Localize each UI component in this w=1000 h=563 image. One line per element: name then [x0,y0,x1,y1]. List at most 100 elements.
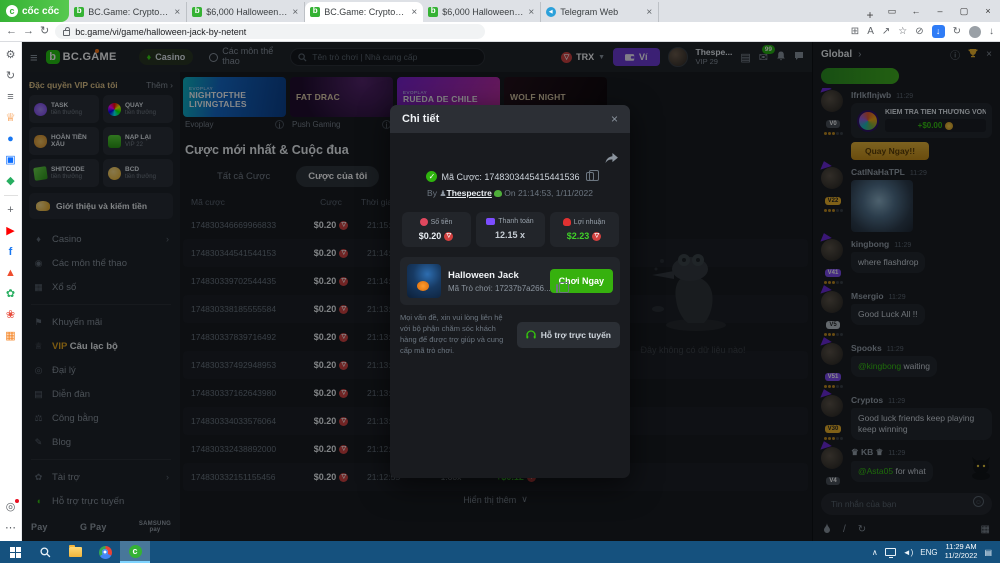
clock[interactable]: 11:29 AM 11/2/2022 [945,543,978,560]
forward-icon[interactable]: → [23,26,34,37]
coccoc-brand-label: cốc cốc [22,6,59,17]
profile-icon[interactable] [969,26,981,38]
bet-byline: By ♟Thespectre On 21:14:53, 1/11/2022 [400,188,620,198]
game-thumbnail[interactable] [407,264,441,298]
coccoc-taskbar-button[interactable]: c [120,541,150,563]
url-text: bc.game/vi/game/halloween-jack-by-netent [75,27,246,37]
bet-id-text: Mã Cược: 1748303445415441536 [441,172,579,182]
stat-payout: Thanh toán 12.15 x [476,212,545,247]
shopee-icon[interactable]: ▲ [4,266,18,280]
gift-icon[interactable]: ✿ [4,287,18,301]
reload-icon[interactable]: ↻ [40,26,49,37]
bet-user-link[interactable]: Thespectre [447,188,492,198]
stat-label: Thanh toán [476,218,545,225]
browser-tab[interactable]: BC.Game: Crypto Casino Gan × [69,2,187,22]
url-box[interactable]: bc.game/vi/game/halloween-jack-by-netent [55,24,485,39]
adblock-icon[interactable]: ⊘ [915,26,923,37]
star-icon[interactable]: ☆ [898,26,907,37]
downloads-icon[interactable]: ↓ [989,26,994,37]
crown-icon[interactable]: ♕ [4,111,18,125]
trx-coin-icon: ▽ [592,232,601,241]
browser-tab[interactable]: BC.Game: Crypto Casino Gan × [305,2,423,22]
bet-details-modal: Chi tiết × ✓ Mã Cược: 174830344541544153… [390,105,630,478]
reading-list-icon[interactable]: ≡ [4,90,18,104]
notification-dot [15,499,19,503]
window-controls: ▭ ← – ▢ × [880,0,1000,22]
game-title: Halloween Jack [448,270,543,281]
folder-icon [69,547,82,557]
windows-logo-icon [10,547,21,558]
file-explorer-button[interactable] [60,541,90,563]
lock-icon [63,30,70,36]
bcgame-favicon-icon [310,7,320,17]
more-icon[interactable]: ⋯ [4,521,18,535]
notification-center-icon[interactable]: ▤ [984,548,992,557]
tab-strip: BC.Game: Crypto Casino Gan × $6,000 Hallow… [69,2,860,22]
modal-body: ✓ Mã Cược: 1748303445415441536 By ♟Thesp… [390,133,630,367]
settings-icon[interactable]: ⚙ [4,48,18,62]
save-page-icon[interactable]: ⊞ [851,26,859,37]
tab-label: BC.Game: Crypto Casino Gan [88,7,169,17]
check-icon: ✓ [426,171,437,182]
games-icon[interactable]: ◆ [4,174,18,188]
bcgame-favicon-icon [74,7,84,17]
share-icon[interactable] [605,151,618,169]
bcgame-page: ≡ b BC.GAME ♦ Casino Các môn thể thao [22,42,1000,541]
stickers-icon[interactable]: ❀ [4,308,18,322]
zalo-icon[interactable]: ▣ [4,153,18,167]
history-icon[interactable]: ↻ [4,69,18,83]
coccoc-icon: c [129,545,142,558]
frog-emoji-icon [494,190,502,197]
taskbar-search-button[interactable] [30,541,60,563]
share-icon[interactable]: ↗ [882,26,890,37]
payout-icon [486,218,495,225]
coccoc-brand[interactable]: c cốc cốc [0,0,69,22]
address-bar-icons: ⊞ A ↗ ☆ ⊘ ↓ ↻ ↓ [851,25,994,38]
modal-close-icon[interactable]: × [611,112,618,126]
divider [4,195,18,196]
browser-tab[interactable]: $6,000 Halloween Slot Battl × [423,2,541,22]
system-tray: ∧ ◄) ENG 11:29 AM 11/2/2022 ▤ [872,543,1000,560]
chrome-button[interactable] [90,541,120,563]
tab-label: $6,000 Halloween Slot Battl [442,7,523,17]
stat-label: Số tiền [402,218,471,226]
headset-icon [526,330,536,340]
network-icon[interactable] [885,548,896,556]
chrome-icon [99,546,112,559]
stat-value: 12.15 x [476,230,545,240]
cart-icon[interactable]: ▦ [4,329,18,343]
new-tab-button[interactable]: + [860,8,880,22]
add-icon[interactable]: + [4,203,18,217]
game-card: Halloween Jack Mã Trò chơi: 17237b7a266.… [400,257,620,305]
sync-icon[interactable]: ↻ [953,26,961,37]
restore-tab-icon[interactable]: ← [904,0,928,22]
youtube-icon[interactable]: ▶ [4,224,18,238]
browser-tab[interactable]: Telegram Web× [541,2,659,22]
support-text: Mọi vấn đề, xin vui lòng liên hệ với bộ … [400,313,509,357]
tab-close-icon[interactable]: × [410,7,418,18]
panel-icon[interactable]: ▭ [880,0,904,22]
messenger-icon[interactable]: ● [4,132,18,146]
windows-taskbar: c ∧ ◄) ENG 11:29 AM 11/2/2022 ▤ [0,541,1000,563]
volume-icon[interactable]: ◄) [903,548,914,557]
browser-tab[interactable]: $6,000 Halloween Slot Battl× [187,2,305,22]
tab-close-icon[interactable]: × [527,7,535,18]
facebook-icon[interactable]: f [4,245,18,259]
copy-icon[interactable] [586,172,594,181]
live-support-button[interactable]: Hỗ trợ trực tuyến [517,322,620,348]
tab-label: BC.Game: Crypto Casino Gan [324,7,406,17]
back-icon[interactable]: ← [6,26,17,37]
tray-chevron-icon[interactable]: ∧ [872,548,878,557]
notifications-icon[interactable]: ◎ [4,500,18,514]
copy-icon[interactable] [556,284,558,293]
translate-icon[interactable]: A [867,26,874,37]
tab-close-icon[interactable]: × [173,7,181,18]
download-icon[interactable]: ↓ [932,25,945,38]
close-button[interactable]: × [976,0,1000,22]
maximize-button[interactable]: ▢ [952,0,976,22]
minimize-button[interactable]: – [928,0,952,22]
language-indicator[interactable]: ENG [920,548,937,557]
tab-close-icon[interactable]: × [291,7,299,18]
tab-close-icon[interactable]: × [645,7,653,18]
start-button[interactable] [0,541,30,563]
